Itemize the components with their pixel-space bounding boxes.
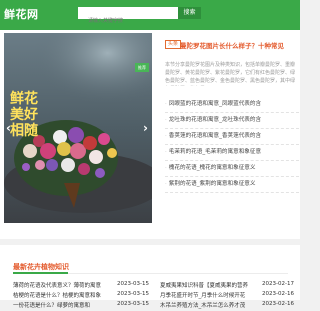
top-header: 鲜花网 搜索	[0, 0, 300, 30]
main-panel: 鲜花 美好 相随 ‹ › 推荐 头条 曼陀罗花图片长什么样子？十种常见 本节分享…	[0, 30, 300, 239]
search-box[interactable]	[78, 7, 178, 27]
news-list: 凤眼蓝的花语和寓意_凤眼蓝代表的含 龙吐珠的花语和寓意_龙吐珠代表的含 香荚蒾的…	[165, 97, 299, 193]
article-link[interactable]: 木吊兰养殖方法_木吊兰怎么养才茂	[160, 301, 255, 311]
image-slider[interactable]: 鲜花 美好 相随 ‹ ›	[4, 33, 152, 234]
article-date: 2023-03-15	[117, 281, 149, 287]
slide-caption-line: 鲜花	[10, 91, 38, 107]
article-link[interactable]: 一份花语是什么？绿萝的寓意和	[13, 301, 108, 311]
news-list-item[interactable]: 紫荆的花语_紫荆的寓意和象征意义	[165, 177, 299, 193]
recommend-badge: 推荐	[135, 63, 149, 72]
next-arrow-icon[interactable]: ›	[143, 121, 148, 135]
section-accent-bar	[13, 272, 68, 274]
article-date: 2023-02-17	[262, 281, 294, 287]
article-date: 2023-03-15	[117, 301, 149, 307]
news-list-item[interactable]: 凤眼蓝的花语和寓意_凤眼蓝代表的含	[165, 97, 299, 113]
news-list-item[interactable]: 毛茉莉的花语_毛茉莉的寓意和象征意	[165, 145, 299, 161]
article-link[interactable]: 薄荷的花语及代表意义？薄荷的寓意	[13, 281, 108, 291]
slide-caption-line: 美好	[10, 107, 38, 123]
prev-arrow-icon[interactable]: ‹	[6, 121, 11, 135]
news-list-item[interactable]: 槐花的花语_槐花的寓意和象征意义	[165, 161, 299, 177]
article-date: 2023-02-16	[262, 301, 294, 307]
site-logo[interactable]: 鲜花网	[4, 6, 39, 22]
news-list-item[interactable]: 香荚蒾的花语和寓意_香荚蒾代表的含	[165, 129, 299, 145]
news-list-item[interactable]: 龙吐珠的花语和寓意_龙吐珠代表的含	[165, 113, 299, 129]
article-link[interactable]: 夏威夷果知识科普【夏威夷果的营养	[160, 281, 255, 291]
headline-summary: 本节分享曼陀罗花图片及种类知识，包括单瓣曼陀罗、重瓣曼陀罗、黄花曼陀罗、紫花曼陀…	[165, 62, 296, 84]
latest-knowledge-section: 最新花卉植物知识 薄荷的花语及代表意义？薄荷的寓意 2023-03-15 夏威夷…	[0, 245, 300, 309]
news-panel: 头条 曼陀罗花图片长什么样子？十种常见 本节分享曼陀罗花图片及种类知识，包括单瓣…	[163, 30, 300, 239]
headline-tag: 头条	[165, 40, 182, 49]
slide-caption-line: 相随	[10, 123, 38, 139]
section-title: 最新花卉植物知识	[13, 263, 69, 271]
slide-caption: 鲜花 美好 相随	[10, 91, 38, 139]
headline-link[interactable]: 曼陀罗花图片长什么样子？十种常见	[180, 40, 300, 50]
slider-dots	[4, 225, 152, 233]
search-input[interactable]	[78, 15, 178, 27]
search-button[interactable]: 搜索	[178, 7, 201, 19]
